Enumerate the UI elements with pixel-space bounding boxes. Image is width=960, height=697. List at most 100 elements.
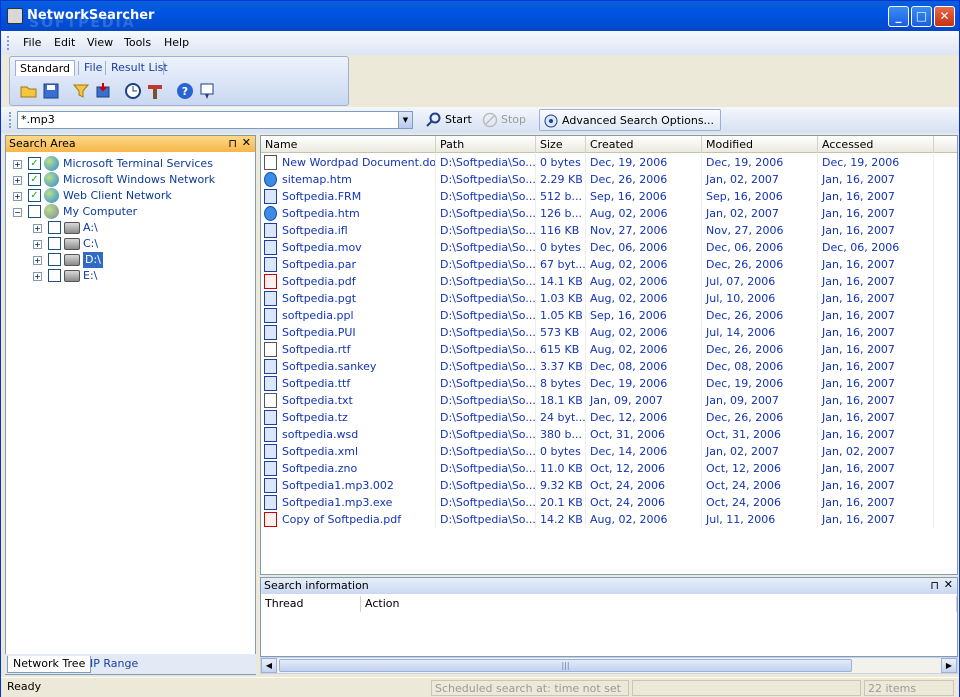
table-row[interactable]: Softpedia.pdf D:\Softpedia\So... 14.1 KB Au… bbox=[261, 273, 957, 290]
table-row[interactable]: Softpedia.par D:\Softpedia\So... 67 byt...… bbox=[261, 256, 957, 273]
cell-name: softpedia.ppl bbox=[278, 307, 436, 324]
scroll-left-button[interactable]: ◀ bbox=[261, 658, 277, 673]
advanced-search-options-button[interactable]: Advanced Search Options... bbox=[539, 109, 722, 131]
table-row[interactable]: Softpedia.FRM D:\Softpedia\So... 512 b... S… bbox=[261, 188, 957, 205]
tree-checkbox[interactable]: ✓ bbox=[28, 189, 41, 202]
column-header-path[interactable]: Path bbox=[436, 136, 536, 153]
minimize-button[interactable]: _ bbox=[888, 6, 909, 27]
scroll-right-button[interactable]: ▶ bbox=[941, 658, 957, 673]
column-header-name[interactable]: Name bbox=[261, 136, 436, 153]
save-icon[interactable] bbox=[42, 82, 60, 100]
close-button[interactable]: ✕ bbox=[934, 6, 955, 27]
tree-node-label[interactable]: Web Client Network bbox=[63, 188, 172, 204]
cell-modified: Dec, 26, 2006 bbox=[702, 256, 818, 273]
tree-checkbox[interactable] bbox=[48, 221, 61, 234]
table-row[interactable]: Softpedia.tz D:\Softpedia\So... 24 byt... D… bbox=[261, 409, 957, 426]
tree-node-label[interactable]: Microsoft Terminal Services bbox=[63, 156, 213, 172]
cell-created: Jan, 09, 2007 bbox=[586, 392, 702, 409]
pin-icon[interactable]: ⊓ bbox=[228, 137, 237, 150]
menu-file[interactable]: File bbox=[23, 36, 41, 49]
tools-icon[interactable] bbox=[146, 82, 164, 100]
column-header-size[interactable]: Size bbox=[536, 136, 586, 153]
tree-expander[interactable]: + bbox=[33, 240, 42, 249]
tree-node-label[interactable]: E:\ bbox=[83, 268, 97, 284]
search-bar-grip[interactable] bbox=[9, 112, 11, 128]
tree-node-label[interactable]: D:\ bbox=[83, 252, 103, 268]
table-row[interactable]: Softpedia.xml D:\Softpedia\So... 0 bytes De… bbox=[261, 443, 957, 460]
scroll-thumb[interactable]: ||| bbox=[279, 659, 852, 672]
tab-standard[interactable]: Standard bbox=[15, 60, 76, 76]
column-header-accessed[interactable]: Accessed bbox=[818, 136, 934, 153]
column-header-action[interactable]: Action bbox=[361, 596, 957, 612]
table-row[interactable]: Softpedia1.mp3.002 D:\Softpedia\So... 9.32… bbox=[261, 477, 957, 494]
tree-node-label[interactable]: My Computer bbox=[63, 204, 137, 220]
table-row[interactable]: Softpedia.zno D:\Softpedia\So... 11.0 KB Oc… bbox=[261, 460, 957, 477]
menu-grip[interactable] bbox=[7, 36, 10, 50]
cell-size: 116 KB bbox=[536, 222, 586, 239]
scheduler-icon[interactable] bbox=[124, 82, 142, 100]
start-button[interactable]: Start bbox=[423, 109, 472, 131]
tree-checkbox[interactable] bbox=[48, 237, 61, 250]
tab-result-list[interactable]: Result List bbox=[107, 60, 172, 76]
pin-icon[interactable]: ⊓ bbox=[930, 579, 939, 592]
tree-expander[interactable]: + bbox=[13, 160, 22, 169]
tree-checkbox[interactable]: ✓ bbox=[28, 173, 41, 186]
cell-modified: Jan, 09, 2007 bbox=[702, 392, 818, 409]
filter-icon[interactable] bbox=[72, 82, 90, 100]
menu-help[interactable]: Help bbox=[164, 36, 189, 49]
tree-node-label[interactable]: C:\ bbox=[83, 236, 98, 252]
table-row[interactable]: Softpedia.pgt D:\Softpedia\So... 1.03 KB Au… bbox=[261, 290, 957, 307]
tree-checkbox[interactable]: ✓ bbox=[28, 157, 41, 170]
table-row[interactable]: Softpedia.mov D:\Softpedia\So... 0 bytes De… bbox=[261, 239, 957, 256]
tree-expander[interactable]: + bbox=[13, 192, 22, 201]
title-bar[interactable]: NetworkSearcher SOFTPEDIA _ □ ✕ bbox=[1, 1, 959, 31]
tree-checkbox[interactable] bbox=[48, 269, 61, 282]
column-header-created[interactable]: Created bbox=[586, 136, 702, 153]
table-row[interactable]: sitemap.htm D:\Softpedia\So... 2.29 KB Dec,… bbox=[261, 171, 957, 188]
table-row[interactable]: Softpedia1.mp3.exe D:\Softpedia\So... 20.1… bbox=[261, 494, 957, 511]
stop-button[interactable]: Stop bbox=[479, 109, 526, 131]
column-header-modified[interactable]: Modified bbox=[702, 136, 818, 153]
table-row[interactable]: Softpedia.sankey D:\Softpedia\So... 3.37 K… bbox=[261, 358, 957, 375]
maximize-button[interactable]: □ bbox=[911, 6, 932, 27]
open-folder-icon[interactable] bbox=[20, 82, 38, 100]
pdf-file-icon bbox=[264, 512, 277, 527]
tree-checkbox[interactable] bbox=[28, 205, 41, 218]
cell-name: Softpedia.txt bbox=[278, 392, 436, 409]
tree-expander[interactable]: + bbox=[33, 272, 42, 281]
close-panel-icon[interactable]: ✕ bbox=[944, 578, 953, 591]
help-icon[interactable]: ? bbox=[176, 82, 194, 100]
horizontal-scrollbar[interactable]: ◀ ||| ▶ bbox=[260, 657, 958, 674]
table-row[interactable]: Softpedia.txt D:\Softpedia\So... 18.1 KB Ja… bbox=[261, 392, 957, 409]
tree-expander[interactable]: + bbox=[33, 224, 42, 233]
cell-accessed: Jan, 16, 2007 bbox=[818, 358, 934, 375]
export-icon[interactable] bbox=[94, 82, 112, 100]
tree-node-label[interactable]: A:\ bbox=[83, 220, 98, 236]
status-ready: Ready bbox=[7, 680, 42, 693]
table-row[interactable]: New Wordpad Document.doc D:\Softpedia\So.… bbox=[261, 154, 957, 171]
tab-file[interactable]: File bbox=[80, 60, 106, 76]
column-header-thread[interactable]: Thread bbox=[261, 596, 361, 612]
tree-expander[interactable]: − bbox=[13, 208, 22, 217]
mask-dropdown-button[interactable]: ▼ bbox=[398, 112, 412, 128]
info-icon[interactable] bbox=[198, 82, 216, 100]
tree-node-label[interactable]: Microsoft Windows Network bbox=[63, 172, 215, 188]
close-panel-icon[interactable]: ✕ bbox=[242, 136, 251, 149]
menu-view[interactable]: View bbox=[87, 36, 113, 49]
tab-network-tree[interactable]: Network Tree bbox=[7, 656, 92, 673]
tree-checkbox[interactable] bbox=[48, 253, 61, 266]
file-mask-input[interactable]: *.mp3 ▼ bbox=[17, 111, 413, 129]
table-row[interactable]: Softpedia.rtf D:\Softpedia\So... 615 KB Aug… bbox=[261, 341, 957, 358]
menu-edit[interactable]: Edit bbox=[54, 36, 75, 49]
menu-tools[interactable]: Tools bbox=[124, 36, 151, 49]
table-row[interactable]: softpedia.wsd D:\Softpedia\So... 380 b... O… bbox=[261, 426, 957, 443]
table-row[interactable]: softpedia.ppl D:\Softpedia\So... 1.05 KB Se… bbox=[261, 307, 957, 324]
table-row[interactable]: Softpedia.PUI D:\Softpedia\So... 573 KB Aug… bbox=[261, 324, 957, 341]
table-row[interactable]: Softpedia.htm D:\Softpedia\So... 126 b... A… bbox=[261, 205, 957, 222]
tree-expander[interactable]: + bbox=[13, 176, 22, 185]
tab-ip-range[interactable]: IP Range bbox=[85, 656, 143, 673]
table-row[interactable]: Softpedia.ifl D:\Softpedia\So... 116 KB Nov… bbox=[261, 222, 957, 239]
table-row[interactable]: Softpedia.ttf D:\Softpedia\So... 8 bytes De… bbox=[261, 375, 957, 392]
table-row[interactable]: Copy of Softpedia.pdf D:\Softpedia\So... 1… bbox=[261, 511, 957, 528]
tree-expander[interactable]: + bbox=[33, 256, 42, 265]
